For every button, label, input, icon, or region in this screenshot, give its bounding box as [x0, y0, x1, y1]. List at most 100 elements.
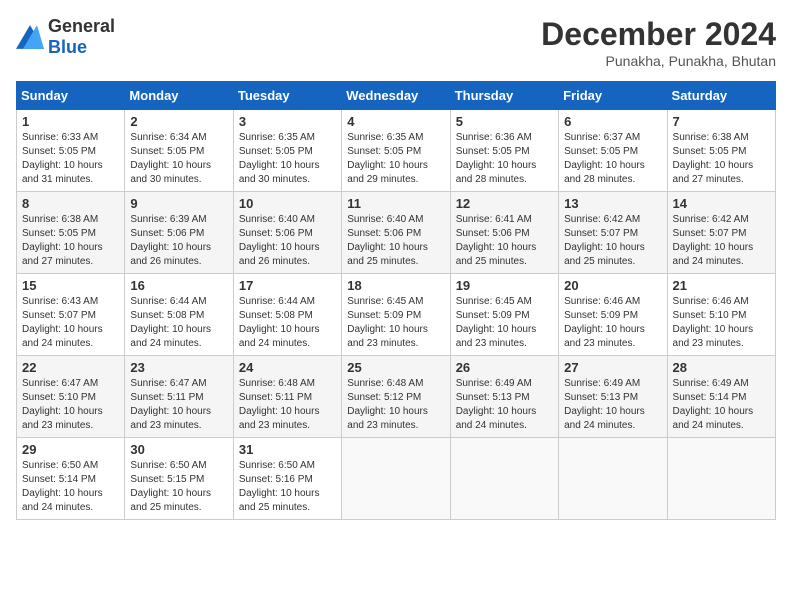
calendar-cell: 11 Sunrise: 6:40 AM Sunset: 5:06 PM Dayl…: [342, 192, 450, 274]
calendar-cell: 18 Sunrise: 6:45 AM Sunset: 5:09 PM Dayl…: [342, 274, 450, 356]
day-info: Sunrise: 6:35 AM Sunset: 5:05 PM Dayligh…: [347, 131, 444, 187]
calendar-cell: 21 Sunrise: 6:46 AM Sunset: 5:10 PM Dayl…: [667, 274, 775, 356]
day-info: Sunrise: 6:38 AM Sunset: 5:05 PM Dayligh…: [673, 131, 770, 187]
day-info: Sunrise: 6:49 AM Sunset: 5:14 PM Dayligh…: [673, 377, 770, 433]
logo-text-blue: Blue: [48, 37, 87, 57]
day-number: 25: [347, 360, 444, 375]
day-number: 9: [130, 196, 227, 211]
calendar-week-row: 15 Sunrise: 6:43 AM Sunset: 5:07 PM Dayl…: [17, 274, 776, 356]
day-info: Sunrise: 6:47 AM Sunset: 5:10 PM Dayligh…: [22, 377, 119, 433]
calendar-week-row: 1 Sunrise: 6:33 AM Sunset: 5:05 PM Dayli…: [17, 110, 776, 192]
day-info: Sunrise: 6:47 AM Sunset: 5:11 PM Dayligh…: [130, 377, 227, 433]
day-info: Sunrise: 6:46 AM Sunset: 5:09 PM Dayligh…: [564, 295, 661, 351]
weekday-header: Wednesday: [342, 82, 450, 110]
day-info: Sunrise: 6:50 AM Sunset: 5:15 PM Dayligh…: [130, 459, 227, 515]
calendar-table: SundayMondayTuesdayWednesdayThursdayFrid…: [16, 81, 776, 520]
day-number: 16: [130, 278, 227, 293]
logo-icon: [16, 25, 44, 49]
weekday-header: Tuesday: [233, 82, 341, 110]
location-title: Punakha, Punakha, Bhutan: [541, 53, 776, 69]
calendar-cell: 19 Sunrise: 6:45 AM Sunset: 5:09 PM Dayl…: [450, 274, 558, 356]
day-number: 8: [22, 196, 119, 211]
day-number: 19: [456, 278, 553, 293]
day-info: Sunrise: 6:45 AM Sunset: 5:09 PM Dayligh…: [456, 295, 553, 351]
calendar-cell: 6 Sunrise: 6:37 AM Sunset: 5:05 PM Dayli…: [559, 110, 667, 192]
calendar-cell: 30 Sunrise: 6:50 AM Sunset: 5:15 PM Dayl…: [125, 438, 233, 520]
day-number: 5: [456, 114, 553, 129]
day-number: 10: [239, 196, 336, 211]
calendar-cell: 24 Sunrise: 6:48 AM Sunset: 5:11 PM Dayl…: [233, 356, 341, 438]
calendar-cell: 27 Sunrise: 6:49 AM Sunset: 5:13 PM Dayl…: [559, 356, 667, 438]
day-info: Sunrise: 6:50 AM Sunset: 5:14 PM Dayligh…: [22, 459, 119, 515]
day-info: Sunrise: 6:34 AM Sunset: 5:05 PM Dayligh…: [130, 131, 227, 187]
day-number: 21: [673, 278, 770, 293]
title-block: December 2024 Punakha, Punakha, Bhutan: [541, 16, 776, 69]
day-number: 11: [347, 196, 444, 211]
day-info: Sunrise: 6:49 AM Sunset: 5:13 PM Dayligh…: [564, 377, 661, 433]
day-number: 31: [239, 442, 336, 457]
logo-text-general: General: [48, 16, 115, 36]
calendar-cell: 17 Sunrise: 6:44 AM Sunset: 5:08 PM Dayl…: [233, 274, 341, 356]
weekday-header: Sunday: [17, 82, 125, 110]
day-info: Sunrise: 6:39 AM Sunset: 5:06 PM Dayligh…: [130, 213, 227, 269]
day-info: Sunrise: 6:37 AM Sunset: 5:05 PM Dayligh…: [564, 131, 661, 187]
calendar-cell: 29 Sunrise: 6:50 AM Sunset: 5:14 PM Dayl…: [17, 438, 125, 520]
calendar-cell: 23 Sunrise: 6:47 AM Sunset: 5:11 PM Dayl…: [125, 356, 233, 438]
calendar-cell: 4 Sunrise: 6:35 AM Sunset: 5:05 PM Dayli…: [342, 110, 450, 192]
calendar-cell: [667, 438, 775, 520]
day-info: Sunrise: 6:42 AM Sunset: 5:07 PM Dayligh…: [673, 213, 770, 269]
calendar-week-row: 8 Sunrise: 6:38 AM Sunset: 5:05 PM Dayli…: [17, 192, 776, 274]
day-number: 12: [456, 196, 553, 211]
calendar-week-row: 29 Sunrise: 6:50 AM Sunset: 5:14 PM Dayl…: [17, 438, 776, 520]
calendar-cell: 3 Sunrise: 6:35 AM Sunset: 5:05 PM Dayli…: [233, 110, 341, 192]
calendar-cell: 15 Sunrise: 6:43 AM Sunset: 5:07 PM Dayl…: [17, 274, 125, 356]
calendar-cell: 1 Sunrise: 6:33 AM Sunset: 5:05 PM Dayli…: [17, 110, 125, 192]
weekday-header: Thursday: [450, 82, 558, 110]
calendar-cell: 25 Sunrise: 6:48 AM Sunset: 5:12 PM Dayl…: [342, 356, 450, 438]
page-header: General Blue December 2024 Punakha, Puna…: [16, 16, 776, 69]
calendar-cell: 5 Sunrise: 6:36 AM Sunset: 5:05 PM Dayli…: [450, 110, 558, 192]
calendar-cell: 14 Sunrise: 6:42 AM Sunset: 5:07 PM Dayl…: [667, 192, 775, 274]
weekday-header: Saturday: [667, 82, 775, 110]
day-info: Sunrise: 6:38 AM Sunset: 5:05 PM Dayligh…: [22, 213, 119, 269]
calendar-cell: [450, 438, 558, 520]
day-number: 20: [564, 278, 661, 293]
calendar-cell: 12 Sunrise: 6:41 AM Sunset: 5:06 PM Dayl…: [450, 192, 558, 274]
day-number: 26: [456, 360, 553, 375]
day-info: Sunrise: 6:44 AM Sunset: 5:08 PM Dayligh…: [239, 295, 336, 351]
day-number: 29: [22, 442, 119, 457]
day-info: Sunrise: 6:43 AM Sunset: 5:07 PM Dayligh…: [22, 295, 119, 351]
day-number: 14: [673, 196, 770, 211]
day-info: Sunrise: 6:35 AM Sunset: 5:05 PM Dayligh…: [239, 131, 336, 187]
weekday-header: Monday: [125, 82, 233, 110]
day-info: Sunrise: 6:33 AM Sunset: 5:05 PM Dayligh…: [22, 131, 119, 187]
day-number: 23: [130, 360, 227, 375]
calendar-cell: 22 Sunrise: 6:47 AM Sunset: 5:10 PM Dayl…: [17, 356, 125, 438]
calendar-cell: 13 Sunrise: 6:42 AM Sunset: 5:07 PM Dayl…: [559, 192, 667, 274]
day-number: 24: [239, 360, 336, 375]
day-number: 17: [239, 278, 336, 293]
day-info: Sunrise: 6:40 AM Sunset: 5:06 PM Dayligh…: [239, 213, 336, 269]
calendar-cell: [342, 438, 450, 520]
day-number: 28: [673, 360, 770, 375]
calendar-cell: 10 Sunrise: 6:40 AM Sunset: 5:06 PM Dayl…: [233, 192, 341, 274]
day-info: Sunrise: 6:50 AM Sunset: 5:16 PM Dayligh…: [239, 459, 336, 515]
day-number: 2: [130, 114, 227, 129]
day-number: 30: [130, 442, 227, 457]
calendar-header-row: SundayMondayTuesdayWednesdayThursdayFrid…: [17, 82, 776, 110]
calendar-cell: 16 Sunrise: 6:44 AM Sunset: 5:08 PM Dayl…: [125, 274, 233, 356]
day-number: 4: [347, 114, 444, 129]
calendar-cell: 8 Sunrise: 6:38 AM Sunset: 5:05 PM Dayli…: [17, 192, 125, 274]
day-number: 15: [22, 278, 119, 293]
day-info: Sunrise: 6:45 AM Sunset: 5:09 PM Dayligh…: [347, 295, 444, 351]
weekday-header: Friday: [559, 82, 667, 110]
day-number: 13: [564, 196, 661, 211]
logo: General Blue: [16, 16, 115, 58]
calendar-cell: 31 Sunrise: 6:50 AM Sunset: 5:16 PM Dayl…: [233, 438, 341, 520]
calendar-week-row: 22 Sunrise: 6:47 AM Sunset: 5:10 PM Dayl…: [17, 356, 776, 438]
day-number: 22: [22, 360, 119, 375]
day-number: 1: [22, 114, 119, 129]
day-number: 3: [239, 114, 336, 129]
calendar-cell: 28 Sunrise: 6:49 AM Sunset: 5:14 PM Dayl…: [667, 356, 775, 438]
month-title: December 2024: [541, 16, 776, 53]
